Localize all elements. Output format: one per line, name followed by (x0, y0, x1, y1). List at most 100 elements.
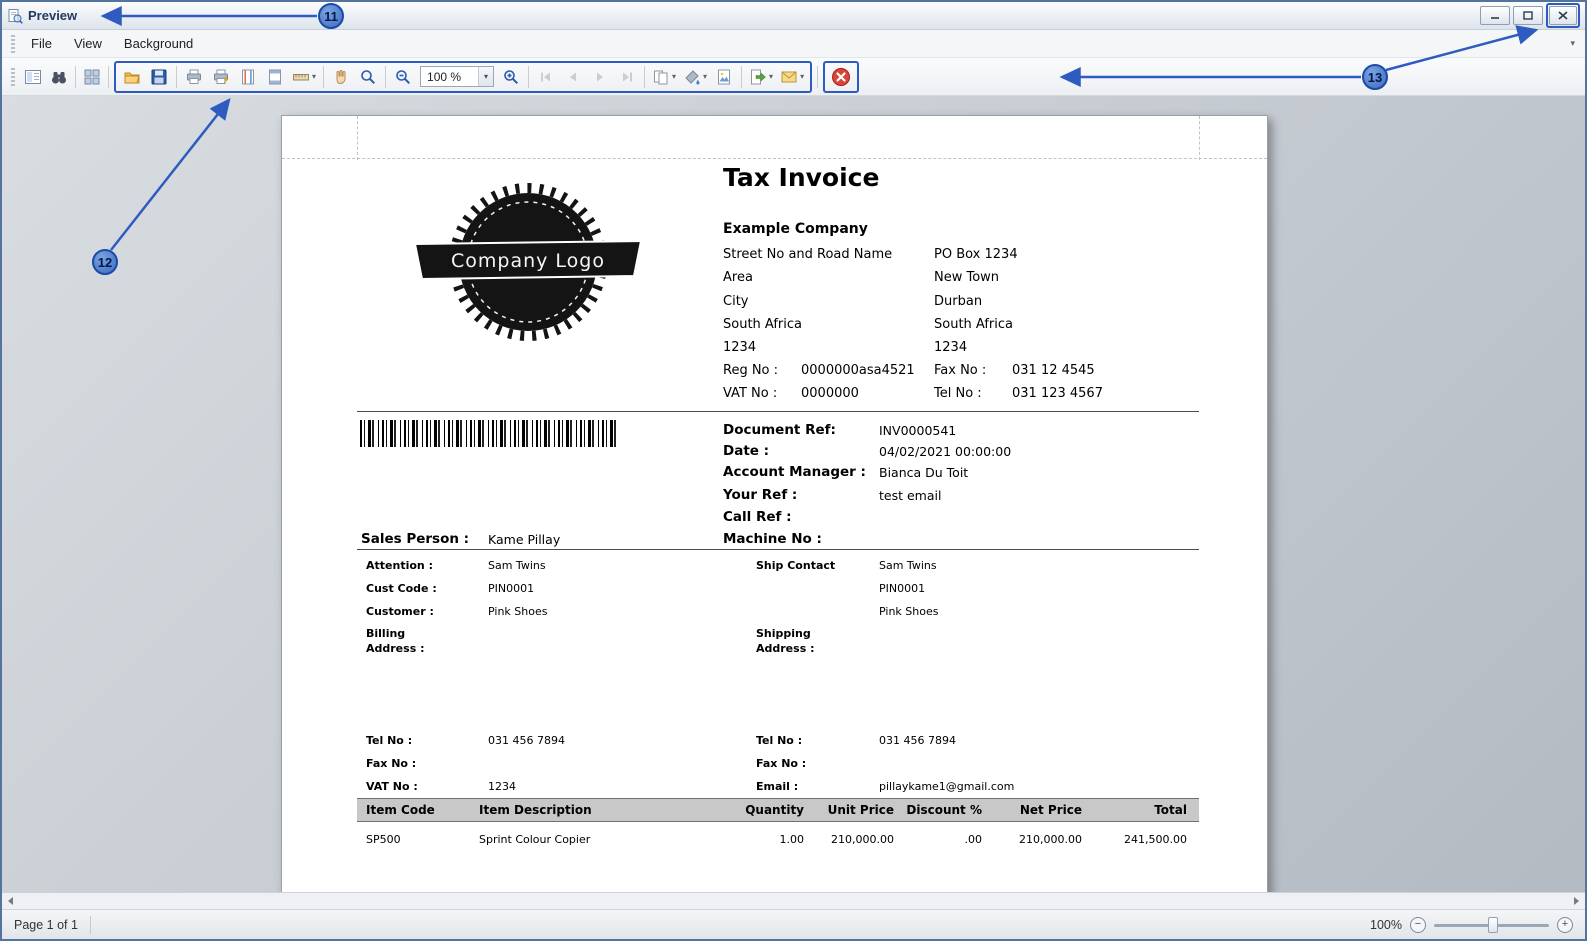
company-name: Example Company (723, 221, 868, 237)
previous-page-button[interactable] (560, 64, 586, 90)
company-city: City (723, 294, 748, 309)
maximize-button[interactable] (1513, 6, 1543, 25)
menu-grip (11, 35, 15, 53)
company-postcode: 1234 (723, 340, 756, 355)
menu-background[interactable]: Background (113, 32, 204, 55)
email-label: Email : (756, 780, 798, 793)
zoom-dropdown-icon[interactable]: ▾ (478, 67, 493, 86)
scroll-right-icon[interactable] (1567, 893, 1585, 909)
sales-person-value: Kame Pillay (488, 532, 560, 547)
sales-person-label: Sales Person : (361, 531, 469, 547)
export-document-button[interactable]: ▾ (746, 64, 776, 90)
zoom-out-stepper[interactable]: − (1410, 917, 1426, 933)
shipping-tel-value: 031 456 7894 (879, 734, 956, 747)
items-table-header: Item Code Item Description Quantity Unit… (357, 798, 1199, 822)
billing-tel-value: 031 456 7894 (488, 734, 565, 747)
company-pobox: PO Box 1234 (934, 247, 1018, 262)
ship-name-value: Pink Shoes (879, 605, 938, 618)
first-page-button[interactable] (533, 64, 559, 90)
cust-code-value: PIN0001 (488, 582, 534, 595)
company-vat-label: VAT No : (723, 386, 777, 401)
thumbnails-button[interactable] (79, 64, 105, 90)
last-page-button[interactable] (614, 64, 640, 90)
page-color-dropdown-icon: ▾ (703, 72, 707, 81)
attention-value: Sam Twins (488, 559, 546, 572)
menu-view[interactable]: View (63, 32, 113, 55)
toolbar-separator (385, 66, 386, 88)
toolbar: ▾ 100 % ▾ (2, 58, 1585, 96)
cust-code-label: Cust Code : (366, 582, 437, 595)
company-logo: Company Logo (412, 180, 644, 348)
company-tel-value: 031 123 4567 (1012, 386, 1103, 401)
multiple-pages-dropdown-icon: ▾ (672, 72, 676, 81)
close-preview-button[interactable] (828, 64, 854, 90)
zoom-slider[interactable] (1434, 917, 1549, 933)
unit-price-value: 210,000.00 (831, 833, 894, 846)
print-button[interactable] (181, 64, 207, 90)
col-item-code: Item Code (366, 803, 435, 817)
zoom-combobox[interactable]: 100 % ▾ (420, 66, 494, 87)
document-map-button[interactable] (20, 64, 46, 90)
col-total: Total (1154, 803, 1187, 817)
page-setup-button[interactable] (235, 64, 261, 90)
multiple-pages-button[interactable]: ▾ (649, 64, 679, 90)
col-net-price: Net Price (1020, 803, 1082, 817)
item-code-value: SP500 (366, 833, 401, 846)
document-area[interactable]: Tax Invoice Company Logo Example Company… (2, 96, 1585, 892)
col-unit-price: Unit Price (828, 803, 894, 817)
divider (357, 411, 1199, 412)
item-description-value: Sprint Colour Copier (479, 833, 590, 846)
col-discount: Discount % (906, 803, 982, 817)
company-street: Street No and Road Name (723, 247, 892, 262)
account-manager-value: Bianca Du Toit (879, 465, 968, 480)
next-page-button[interactable] (587, 64, 613, 90)
scrollbar-track[interactable] (20, 893, 1567, 909)
your-ref-label: Your Ref : (723, 487, 797, 503)
header-footer-button[interactable] (262, 64, 288, 90)
close-button[interactable] (1549, 6, 1577, 25)
toolbar-callout-box: ▾ 100 % ▾ (114, 61, 812, 93)
attention-label: Attention : (366, 559, 433, 572)
scroll-left-icon[interactable] (2, 893, 20, 909)
preview-app-icon (7, 8, 23, 24)
zoom-percentage: 100% (1370, 918, 1402, 932)
menu-file[interactable]: File (20, 32, 63, 55)
company-country2: South Africa (934, 317, 1013, 332)
send-email-button[interactable]: ▾ (777, 64, 807, 90)
menu-overflow-chevron-icon[interactable]: ▾ (1564, 36, 1581, 51)
billing-vat-value: 1234 (488, 780, 516, 793)
page-color-button[interactable]: ▾ (680, 64, 710, 90)
quick-print-button[interactable] (208, 64, 234, 90)
zoom-out-button[interactable] (390, 64, 416, 90)
account-manager-label: Account Manager : (723, 464, 866, 480)
ship-contact-label: Ship Contact (756, 559, 835, 572)
menu-bar: File View Background ▾ (2, 30, 1585, 58)
horizontal-scrollbar[interactable] (2, 892, 1585, 909)
open-button[interactable] (119, 64, 145, 90)
margin-guide (357, 116, 358, 160)
close-button-highlight (1546, 3, 1580, 28)
search-button[interactable] (46, 64, 72, 90)
hand-tool-button[interactable] (328, 64, 354, 90)
magnifier-button[interactable] (355, 64, 381, 90)
quantity-value: 1.00 (780, 833, 805, 846)
save-button[interactable] (146, 64, 172, 90)
zoom-slider-thumb[interactable] (1488, 917, 1498, 933)
your-ref-value: test email (879, 488, 941, 503)
zoom-in-button[interactable] (498, 64, 524, 90)
invoice-page: Tax Invoice Company Logo Example Company… (281, 115, 1268, 892)
zoom-in-stepper[interactable]: + (1557, 917, 1573, 933)
toolbar-separator (528, 66, 529, 88)
minimize-button[interactable] (1480, 6, 1510, 25)
zoom-value: 100 % (421, 70, 478, 84)
billing-tel-label: Tel No : (366, 734, 412, 747)
billing-address-label: Billing Address : (366, 626, 438, 656)
shipping-fax-label: Fax No : (756, 757, 806, 770)
email-dropdown-icon: ▾ (800, 72, 804, 81)
call-ref-label: Call Ref : (723, 509, 792, 525)
toolbar-separator (75, 66, 76, 88)
scale-button[interactable]: ▾ (289, 64, 319, 90)
company-town: New Town (934, 270, 999, 285)
shipping-address-label: Shipping Address : (756, 626, 836, 656)
watermark-button[interactable] (711, 64, 737, 90)
